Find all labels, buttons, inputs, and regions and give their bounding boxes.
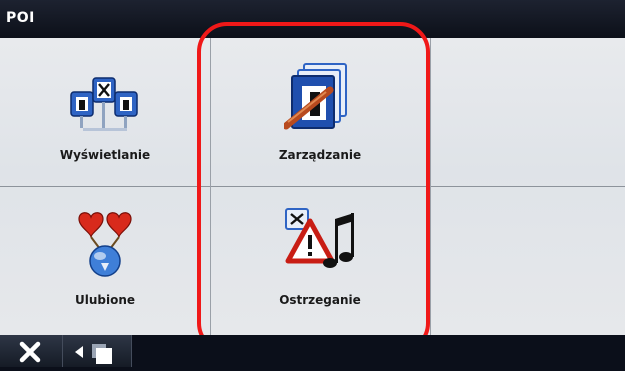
grid-divider-vertical: [430, 38, 431, 335]
poi-display-icon: [70, 77, 138, 131]
page-title: POI: [6, 10, 35, 26]
warning-sound-icon: [285, 208, 354, 268]
bottom-toolbar: [0, 335, 625, 367]
tile-zarzadzanie[interactable]: Zarządzanie: [210, 38, 430, 186]
tile-ulubione[interactable]: Ulubione: [0, 187, 210, 335]
tile-label: Zarządzanie: [278, 148, 362, 162]
tile-label: Wyświetlanie: [59, 148, 151, 162]
close-button[interactable]: [0, 335, 63, 367]
title-bar: POI: [0, 0, 625, 38]
back-button[interactable]: [63, 335, 132, 367]
close-icon: [19, 341, 41, 363]
poi-manage-icon: [284, 63, 347, 130]
tile-label: Ostrzeganie: [279, 293, 361, 307]
tile-ostrzeganie[interactable]: Ostrzeganie: [210, 187, 430, 335]
poi-menu-grid: Wyświetlanie Zarządzanie Ulubione Ostrze…: [0, 38, 625, 335]
tile-label: Ulubione: [74, 293, 136, 307]
favorites-heart-icon: [78, 212, 132, 277]
back-icon: [75, 344, 112, 364]
tile-wyswietlanie[interactable]: Wyświetlanie: [0, 38, 210, 186]
